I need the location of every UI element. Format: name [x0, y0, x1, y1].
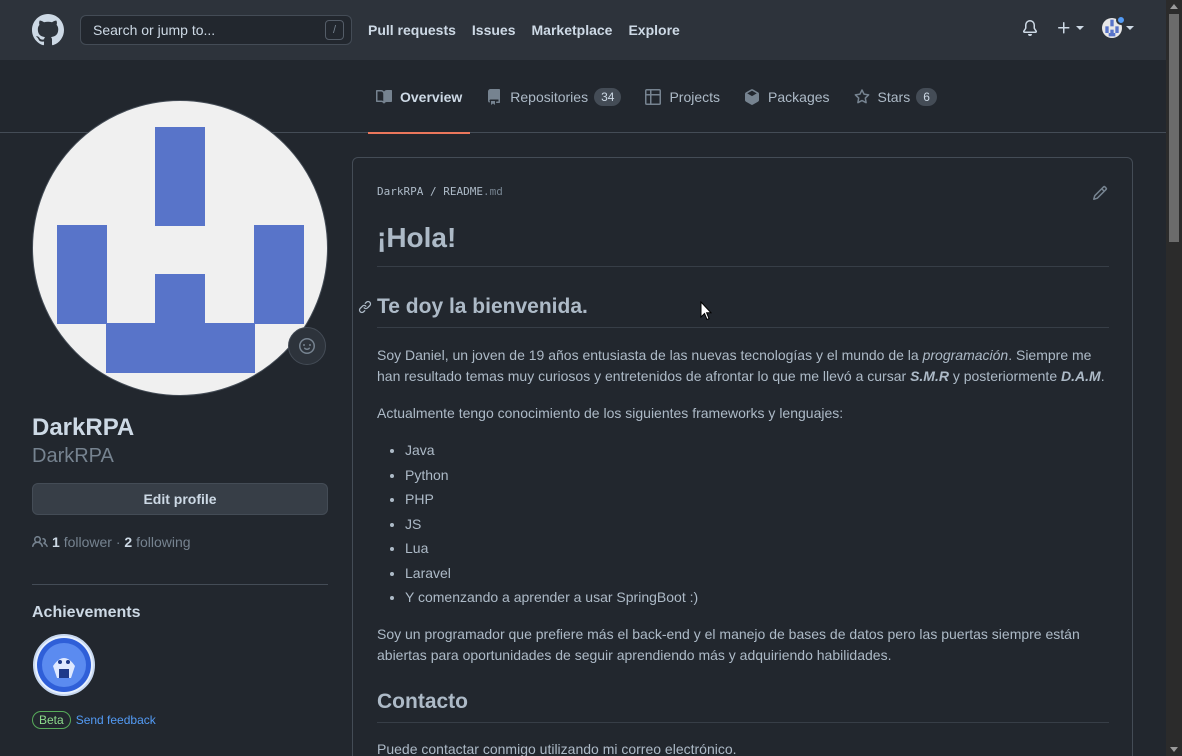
following-link[interactable]: 2 following [124, 534, 190, 550]
search-placeholder: Search or jump to... [93, 22, 216, 38]
readme-file-ext: .md [482, 185, 503, 198]
nav-pull-requests[interactable]: Pull requests [368, 22, 456, 38]
mouse-cursor-icon [700, 301, 712, 321]
divider [32, 584, 328, 585]
readme-h1: ¡Hola! [377, 218, 1109, 267]
list-item: PHP [405, 489, 1109, 510]
readme-content: ¡Hola! Te doy la bienvenida. Soy Daniel,… [358, 218, 1109, 756]
readme-owner-link[interactable]: DarkRPA [377, 185, 423, 198]
tab-label: Projects [669, 88, 721, 105]
nav-marketplace[interactable]: Marketplace [532, 22, 613, 38]
scroll-thumb[interactable] [1169, 14, 1179, 242]
tab-label: Repositories [510, 88, 589, 105]
create-new-menu[interactable] [1056, 20, 1084, 36]
nav-explore[interactable]: Explore [628, 22, 679, 38]
readme-file-base: README [443, 185, 483, 198]
repo-icon [488, 88, 501, 105]
intro-smr: S.M.R [910, 368, 949, 384]
plus-icon [1058, 22, 1070, 34]
list-item: Lua [405, 538, 1109, 559]
feedback-row: Beta Send feedback [32, 711, 156, 729]
link-anchor-icon[interactable] [358, 300, 372, 314]
search-input[interactable]: Search or jump to... / [80, 15, 352, 45]
achievements-title: Achievements [32, 604, 141, 621]
readme-paragraph-frameworks: Actualmente tengo conocimiento de los si… [377, 405, 844, 421]
tab-projects[interactable]: Projects [637, 60, 728, 133]
intro-text: y posteriormente [948, 368, 1062, 384]
tab-stars[interactable]: Stars 6 [846, 60, 945, 133]
caret-down-icon [1126, 26, 1134, 30]
scroll-down-arrow-icon[interactable] [1170, 747, 1178, 752]
book-icon [376, 89, 392, 103]
profile-name: DarkRPA [32, 414, 135, 441]
readme-h2-contact: Contacto [377, 690, 1109, 723]
tab-repositories[interactable]: Repositories 34 [478, 60, 629, 133]
readme-paragraph-backend: Soy un programador que prefiere más el b… [377, 626, 1080, 663]
tab-packages[interactable]: Packages [736, 60, 837, 133]
table-icon [645, 88, 662, 105]
intro-dam: D.A.M [1061, 368, 1101, 384]
list-item: Python [405, 465, 1109, 486]
tab-label: Overview [400, 88, 463, 105]
notification-dot [1116, 15, 1126, 25]
people-icon [32, 535, 48, 548]
list-item: Java [405, 440, 1109, 461]
package-icon [745, 88, 760, 105]
readme-paragraph-intro: Soy Daniel, un joven de 19 años entusias… [377, 345, 1109, 387]
intro-text: . [1100, 368, 1105, 384]
intro-emphasis: programación [922, 347, 1009, 363]
profile-login: DarkRPA [32, 445, 114, 467]
following-count: 2 [124, 534, 133, 550]
tab-label: Stars [877, 88, 911, 105]
nav-issues[interactable]: Issues [472, 22, 516, 38]
github-logo-icon[interactable] [32, 14, 64, 46]
breadcrumb-separator: / [429, 185, 437, 198]
tab-overview[interactable]: Overview [368, 60, 471, 134]
following-label: following [136, 534, 191, 550]
follow-stats: 1 follower · 2 following [32, 534, 191, 550]
readme-file-link[interactable]: README.md [443, 185, 503, 198]
edit-profile-button[interactable]: Edit profile [32, 483, 328, 515]
smiley-icon [299, 338, 315, 354]
user-menu[interactable] [1102, 15, 1134, 38]
readme-breadcrumb: DarkRPA / README.md [377, 185, 503, 198]
profile-avatar[interactable] [32, 100, 328, 396]
readme-card: DarkRPA / README.md ¡Hola! Te doy la bie… [352, 157, 1133, 756]
send-feedback-link[interactable]: Send feedback [76, 713, 156, 727]
search-shortcut-key: / [325, 20, 344, 40]
global-nav: Pull requests Issues Marketplace Explore [368, 22, 696, 38]
readme-h2-welcome: Te doy la bienvenida. [358, 295, 1109, 328]
scroll-up-arrow-icon[interactable] [1170, 4, 1178, 9]
readme-paragraph-contact: Puede contactar conmigo utilizando mi co… [377, 741, 737, 756]
set-status-button[interactable] [288, 327, 326, 365]
follow-separator: · [115, 534, 121, 550]
edit-pencil-icon[interactable] [1092, 185, 1108, 201]
followers-label: follower [63, 534, 112, 550]
beta-badge: Beta [32, 711, 71, 729]
list-item: Laravel [405, 563, 1109, 584]
repositories-count: 34 [594, 87, 622, 106]
followers-link[interactable]: 1 follower [52, 534, 112, 550]
bell-icon[interactable] [1022, 20, 1038, 36]
list-item: Y comenzando a aprender a usar SpringBoo… [405, 587, 1109, 608]
list-item: JS [405, 514, 1109, 535]
followers-count: 1 [52, 534, 60, 550]
stars-count: 6 [916, 87, 937, 106]
languages-list: Java Python PHP JS Lua Laravel Y comenza… [405, 440, 1109, 608]
caret-down-icon [1076, 26, 1084, 30]
top-navbar: Search or jump to... / Pull requests Iss… [0, 0, 1166, 60]
star-icon [854, 88, 869, 103]
page-scrollbar[interactable] [1166, 0, 1182, 756]
header-actions [1022, 15, 1134, 38]
intro-text: Soy Daniel, un joven de 19 años entusias… [377, 347, 923, 363]
readme-h2-text: Te doy la bienvenida. [377, 295, 588, 318]
profile-tabs: Overview Repositories 34 Projects Packag… [368, 60, 953, 134]
tab-label: Packages [768, 88, 830, 105]
achievement-badge[interactable] [33, 634, 95, 696]
